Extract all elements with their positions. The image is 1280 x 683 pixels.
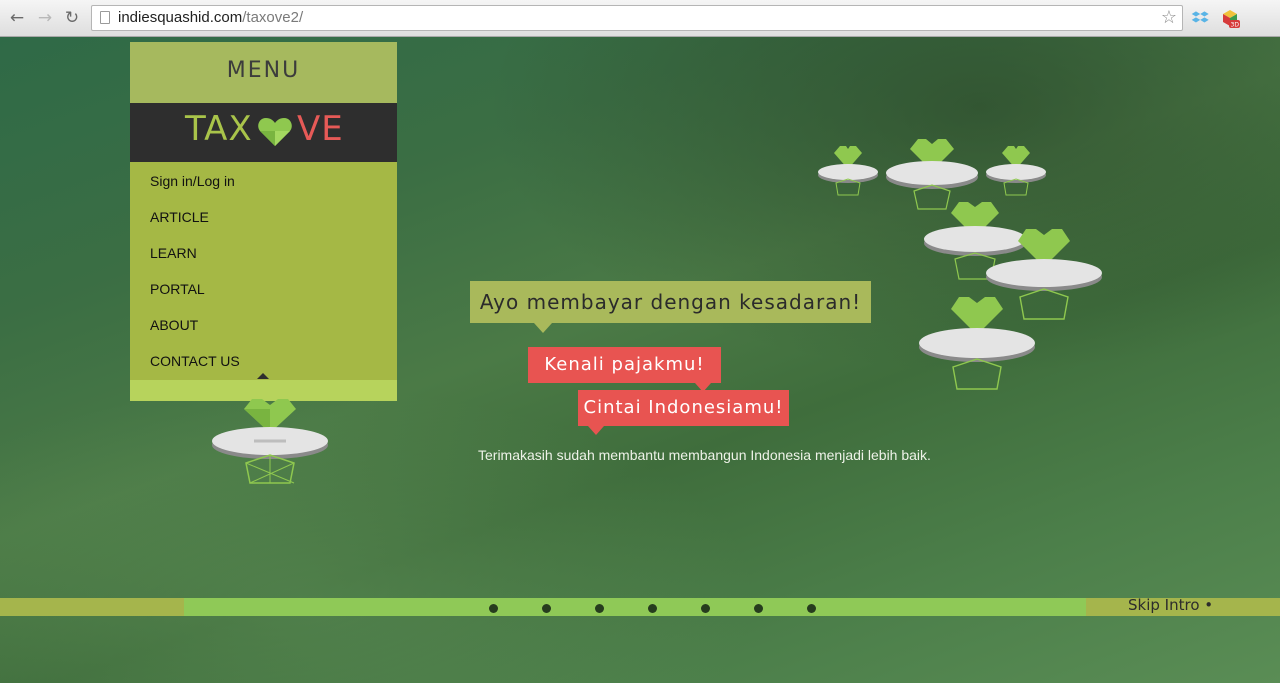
- menu-panel: MENU TAX VE Sign in/Log in ARTICLE LEARN…: [130, 42, 397, 401]
- menu-item-portal[interactable]: PORTAL: [130, 276, 397, 312]
- url-path: /taxove2/: [242, 9, 304, 26]
- progress-dot[interactable]: [701, 604, 710, 613]
- logo-text-tax: TAX: [185, 109, 253, 149]
- browser-toolbar: ← → ↻ indiesquashid.com/taxove2/ ☆ 3D: [0, 0, 1280, 37]
- progress-dot[interactable]: [754, 604, 763, 613]
- address-bar[interactable]: indiesquashid.com/taxove2/ ☆: [91, 5, 1183, 31]
- slogan-bubble-kenali: Kenali pajakmu!: [528, 347, 721, 392]
- menu-title[interactable]: MENU: [130, 42, 397, 103]
- slogan-bubble-main: Ayo membayar dengan kesadaran!: [470, 281, 871, 333]
- dropbox-extension-icon[interactable]: [1190, 8, 1210, 28]
- heart-coin-figure: [919, 297, 1035, 390]
- heart-coin-figure: [986, 146, 1046, 196]
- logo-text-ve: VE: [297, 109, 344, 149]
- heart-coin-figure: [818, 146, 878, 196]
- url-host: indiesquashid.com: [118, 9, 243, 26]
- menu-item-learn[interactable]: LEARN: [130, 240, 397, 276]
- menu-item-about[interactable]: ABOUT: [130, 312, 397, 348]
- reload-icon[interactable]: ↻: [61, 7, 83, 29]
- back-icon[interactable]: ←: [6, 7, 28, 29]
- bookmark-star-icon[interactable]: ☆: [1161, 7, 1177, 28]
- slogan-bubble-cintai: Cintai Indonesiamu!: [578, 390, 789, 435]
- menu-item-sign-in[interactable]: Sign in/Log in: [130, 168, 397, 204]
- heart-coin-figure: [212, 399, 328, 484]
- heart-logo-icon: [258, 118, 292, 146]
- url-text[interactable]: indiesquashid.com/taxove2/: [118, 9, 303, 26]
- progress-dot[interactable]: [807, 604, 816, 613]
- progress-dot[interactable]: [595, 604, 604, 613]
- menu-item-article[interactable]: ARTICLE: [130, 204, 397, 240]
- forward-icon[interactable]: →: [34, 7, 56, 29]
- page-icon: [100, 11, 110, 24]
- progress-track: [184, 598, 1086, 616]
- page-background: MENU TAX VE Sign in/Log in ARTICLE LEARN…: [0, 37, 1280, 683]
- menu-list: Sign in/Log in ARTICLE LEARN PORTAL ABOU…: [130, 162, 397, 384]
- cube-3d-extension-icon[interactable]: 3D: [1220, 8, 1240, 28]
- progress-dot[interactable]: [648, 604, 657, 613]
- svg-text:3D: 3D: [1231, 22, 1240, 29]
- intro-progress-bar: Skip Intro •: [0, 596, 1280, 616]
- caret-up-icon[interactable]: [257, 373, 269, 379]
- skip-intro-button[interactable]: Skip Intro •: [1128, 596, 1213, 614]
- thank-you-text: Terimakasih sudah membantu membangun Ind…: [478, 447, 931, 463]
- progress-dot[interactable]: [489, 604, 498, 613]
- progress-dot[interactable]: [542, 604, 551, 613]
- taxove-logo[interactable]: TAX VE: [130, 103, 397, 162]
